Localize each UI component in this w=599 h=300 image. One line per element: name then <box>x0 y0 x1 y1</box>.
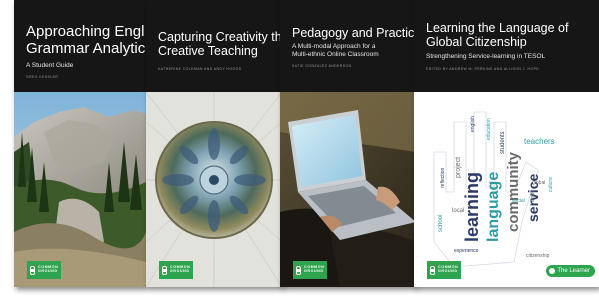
word-cloud-hand: learning language community service teachers… <box>414 92 599 287</box>
book-4-title-line-2: Global Citizenship <box>426 34 527 49</box>
word-cloud-term: experience <box>454 248 479 254</box>
kaleidoscope-mandala <box>146 92 282 287</box>
book-1-title: Approaching Engl Grammar Analytic <box>26 23 146 57</box>
book-2-title-line-1: Capturing Creativity th <box>158 30 282 44</box>
publisher-logo: COMMON GROUND <box>427 261 461 279</box>
word-cloud-term: project <box>455 157 462 178</box>
word-cloud-term: global <box>532 180 545 186</box>
word-cloud-term: tesol <box>530 191 536 202</box>
book-3-header: Pedagogy and Practic A Multi-modal Appro… <box>280 0 416 92</box>
word-cloud-term: culture <box>548 177 554 192</box>
book-4-header: Learning the Language of Global Citizens… <box>414 0 599 92</box>
learner-badge: The Learner <box>546 265 595 277</box>
book-3-editors: KATIE GONZALEZ ANDERSON <box>292 64 352 68</box>
word-cloud-term: education <box>486 118 492 140</box>
word-cloud-term: social <box>512 198 525 204</box>
book-cover-3[interactable]: Pedagogy and Practic A Multi-modal Appro… <box>280 0 416 287</box>
book-1-subtitle: A Student Guide <box>26 62 74 69</box>
book-4-title-line-1: Learning the Language of <box>426 21 569 35</box>
common-ground-icon <box>162 265 167 275</box>
learner-icon <box>549 268 556 274</box>
book-4-title: Learning the Language of Global Citizens… <box>426 21 599 50</box>
word-cloud-term: citizenship <box>526 253 550 259</box>
book-3-title: Pedagogy and Practic <box>292 26 415 40</box>
book-2-header: Capturing Creativity th Creative Teachin… <box>146 0 282 92</box>
book-4-subtitle: Strengthening Service-learning in TESOL <box>426 53 546 60</box>
word-cloud-term: english <box>470 116 476 132</box>
publisher-logo: COMMON GROUND <box>293 261 327 279</box>
book-1-header: Approaching Engl Grammar Analytic A Stud… <box>14 0 146 92</box>
book-1-title-line-1: Approaching Engl <box>26 23 145 40</box>
word-cloud-term: school <box>438 215 444 232</box>
book-covers: Approaching Engl Grammar Analytic A Stud… <box>0 0 599 300</box>
book-cover-1[interactable]: Approaching Engl Grammar Analytic A Stud… <box>14 0 146 287</box>
book-3-subtitle: A Multi-modal Approach for a Multi-ethni… <box>292 43 416 59</box>
learner-badge-label: The Learner <box>557 268 590 274</box>
laptop-on-lap-photo <box>280 92 416 287</box>
word-cloud-term: teachers <box>524 137 555 146</box>
common-ground-icon <box>30 265 35 275</box>
word-cloud-term: reflection <box>440 167 446 188</box>
book-2-title-line-2: Creative Teaching <box>158 43 258 58</box>
book-1-title-line-2: Grammar Analytic <box>26 39 146 57</box>
mountain-valley-photo <box>14 92 146 287</box>
book-2-title: Capturing Creativity th Creative Teachin… <box>158 30 282 59</box>
publisher-logo: COMMON GROUND <box>27 261 61 279</box>
publisher-name-line-2: GROUND <box>438 269 458 273</box>
word-cloud-term: language <box>485 172 502 242</box>
word-cloud-term: students <box>500 131 506 154</box>
word-cloud-term: learning <box>462 172 482 242</box>
publisher-name-line-2: GROUND <box>170 269 190 273</box>
word-cloud-term: community <box>505 151 522 232</box>
book-1-editors: GREG KESSLER <box>26 75 59 79</box>
publisher-name-line-2: GROUND <box>304 269 324 273</box>
book-3-subtitle-line-1: A Multi-modal Approach for a <box>292 43 376 50</box>
word-cloud-term: local <box>452 208 464 214</box>
book-cover-2[interactable]: Capturing Creativity th Creative Teachin… <box>146 0 282 287</box>
book-cover-4[interactable]: Learning the Language of Global Citizens… <box>414 0 599 287</box>
common-ground-icon <box>296 265 301 275</box>
book-3-subtitle-line-2: Multi-ethnic Online Classroom <box>292 51 379 59</box>
common-ground-icon <box>430 265 435 275</box>
publisher-logo: COMMON GROUND <box>159 261 193 279</box>
publisher-name-line-2: GROUND <box>38 269 58 273</box>
book-2-editors: KATHERINE COLEMAN AND ANDY HOGGS <box>158 67 242 71</box>
book-4-editors: EDITED BY ANDREW M. PERKINS AND ALLISON … <box>426 67 540 71</box>
